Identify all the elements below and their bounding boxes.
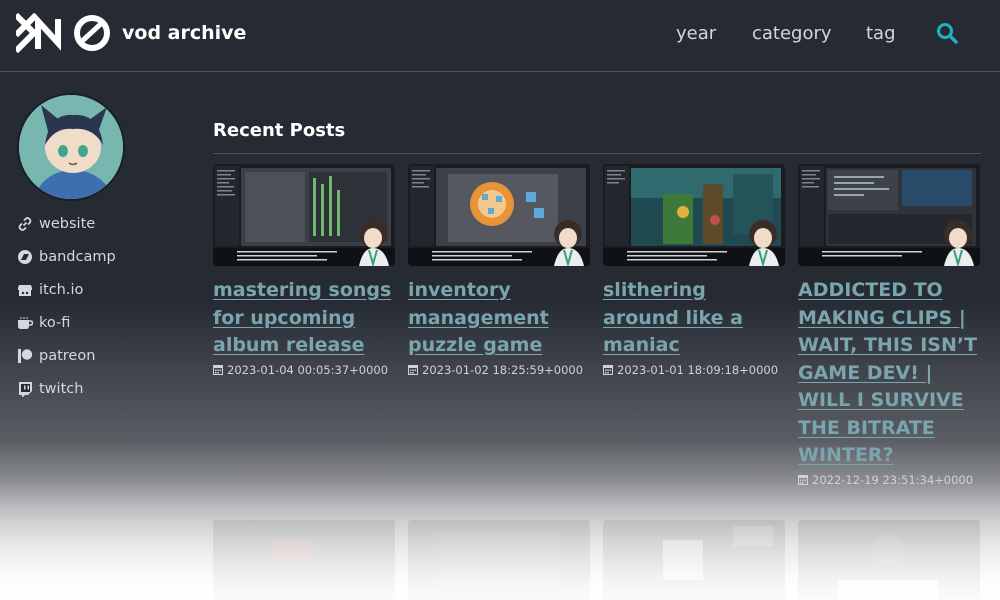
nav-year[interactable]: year	[676, 23, 716, 44]
post-title-link[interactable]: ADDICTED TO MAKING CLIPS | WAIT, THIS IS…	[798, 277, 980, 470]
sidebar-link-kofi[interactable]: ko-fi	[17, 309, 70, 337]
twitch-icon	[19, 382, 32, 397]
sidebar-link-patreon[interactable]: patreon	[17, 342, 95, 370]
patreon-icon	[18, 349, 33, 363]
post-thumbnail-faded[interactable]	[798, 520, 980, 600]
nav-tag[interactable]: tag	[866, 23, 896, 44]
post-date: 2022-12-19 23:51:34+0000	[798, 473, 980, 487]
post-date: 2023-01-01 18:09:18+0000	[603, 363, 785, 377]
post-card: ADDICTED TO MAKING CLIPS | WAIT, THIS IS…	[798, 164, 980, 487]
post-card: slithering around like a maniac 2023-01-…	[603, 164, 785, 377]
post-card: mastering songs for upcoming album relea…	[213, 164, 395, 377]
post-date-text: 2022-12-19 23:51:34+0000	[812, 472, 974, 487]
sidebar-link-label: twitch	[39, 381, 84, 397]
itchio-icon	[18, 285, 32, 296]
post-thumbnail-faded[interactable]	[213, 520, 395, 600]
calendar-icon	[408, 365, 418, 375]
post-thumbnail[interactable]	[408, 164, 590, 266]
calendar-icon	[798, 475, 808, 485]
sidebar-link-twitch[interactable]: twitch	[17, 375, 83, 403]
sidebar-link-label: website	[39, 216, 96, 232]
avatar	[17, 93, 125, 201]
post-thumbnail[interactable]	[798, 164, 980, 266]
post-title-link[interactable]: slithering around like a maniac	[603, 277, 785, 360]
post-date: 2023-01-04 00:05:37+0000	[213, 363, 395, 377]
search-icon[interactable]	[936, 22, 958, 44]
section-divider	[213, 153, 981, 154]
post-date-text: 2023-01-04 00:05:37+0000	[227, 362, 389, 377]
post-thumbnail[interactable]	[603, 164, 785, 266]
coffee-cup-icon	[18, 317, 33, 329]
sidebar-link-label: bandcamp	[39, 249, 116, 265]
calendar-icon	[213, 365, 223, 375]
post-date: 2023-01-02 18:25:59+0000	[408, 363, 590, 377]
sidebar-link-bandcamp[interactable]: bandcamp	[17, 243, 116, 271]
link-icon	[18, 217, 32, 231]
post-date-text: 2023-01-02 18:25:59+0000	[422, 362, 584, 377]
post-thumbnail[interactable]	[213, 164, 395, 266]
section-title: Recent Posts	[213, 120, 346, 141]
post-card: inventory management puzzle game 2023-01…	[408, 164, 590, 377]
post-date-text: 2023-01-01 18:09:18+0000	[617, 362, 779, 377]
post-thumbnail-faded[interactable]	[408, 520, 590, 600]
sidebar-link-label: ko-fi	[39, 315, 71, 331]
calendar-icon	[603, 365, 613, 375]
brand-title[interactable]: vod archive	[122, 22, 246, 44]
post-title-link[interactable]: mastering songs for upcoming album relea…	[213, 277, 395, 360]
nav-category[interactable]: category	[752, 23, 832, 44]
site-logo-icon[interactable]	[16, 13, 112, 53]
sidebar-link-label: patreon	[39, 348, 96, 364]
sidebar-link-website[interactable]: website	[17, 210, 95, 238]
post-title-link[interactable]: inventory management puzzle game	[408, 277, 590, 360]
sidebar-link-itchio[interactable]: itch.io	[17, 276, 83, 304]
sidebar-link-label: itch.io	[39, 282, 84, 298]
bandcamp-icon	[18, 250, 32, 264]
post-thumbnail-faded[interactable]	[603, 520, 785, 600]
top-navbar: vod archive year category tag	[0, 0, 1000, 72]
